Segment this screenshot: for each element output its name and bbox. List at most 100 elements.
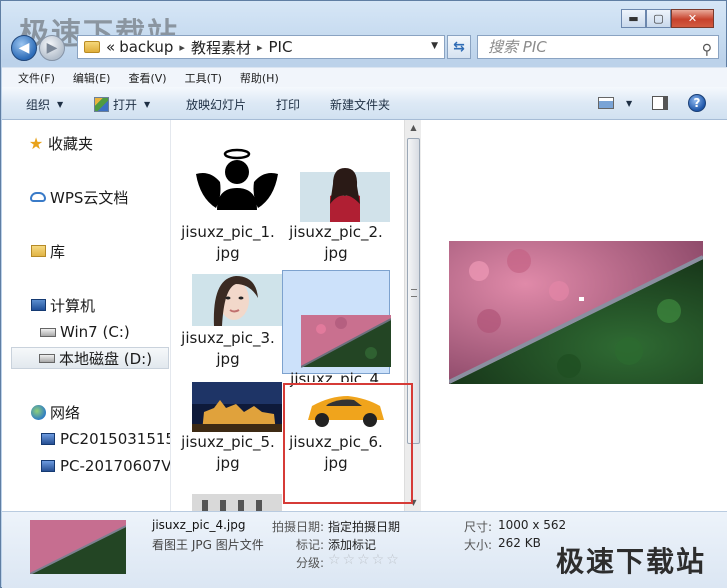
- scroll-up-icon[interactable]: ▲: [405, 120, 422, 136]
- address-bar[interactable]: « backup ▸ 教程素材 ▸ PIC ▼: [77, 35, 445, 59]
- search-placeholder: 搜索 PIC: [488, 38, 547, 56]
- forward-button[interactable]: ▶: [39, 35, 65, 61]
- date-taken-value[interactable]: 指定拍摄日期: [328, 518, 400, 535]
- menu-edit[interactable]: 编辑(E): [73, 70, 111, 86]
- drive-icon: [40, 324, 56, 340]
- window-controls: ▬ ▢ ✕: [621, 9, 714, 28]
- sidebar-item-drive-d[interactable]: 本地磁盘 (D:): [11, 347, 169, 369]
- breadcrumb-backup[interactable]: backup: [119, 38, 173, 56]
- sidebar-label: PC-20170607V: [60, 457, 170, 475]
- help-button[interactable]: ?: [688, 94, 706, 112]
- computer-icon: [40, 431, 56, 447]
- sidebar-item-network[interactable]: 网络: [30, 401, 80, 423]
- rating-label: 分级:: [296, 556, 325, 570]
- sidebar-item-favorites[interactable]: ★ 收藏夹: [28, 132, 93, 154]
- tags-label: 标记:: [296, 538, 325, 552]
- sidebar-item-host2[interactable]: PC-20170607V: [40, 455, 170, 477]
- sidebar-item-host1[interactable]: PC2015031515: [40, 428, 170, 450]
- sidebar-item-computer[interactable]: 计算机: [30, 294, 95, 316]
- navigation-pane: ★ 收藏夹 WPS云文档 库 计算机 Win7 (C:) 本地磁盘 (D:) 网络…: [2, 120, 170, 511]
- tags-value[interactable]: 添加标记: [328, 536, 376, 553]
- file-item[interactable]: jisuxz_pic_2. jpg: [282, 124, 390, 262]
- sidebar-label: 网络: [50, 403, 81, 422]
- date-taken-label: 拍摄日期:: [272, 520, 325, 534]
- slideshow-button[interactable]: 放映幻灯片: [186, 96, 246, 113]
- breadcrumb-separator[interactable]: ▸: [257, 41, 263, 54]
- close-button[interactable]: ✕: [671, 9, 714, 28]
- maximize-button[interactable]: ▢: [646, 9, 671, 28]
- thumbnail-castle-night-image: [192, 382, 282, 432]
- sidebar-label: 本地磁盘 (D:): [59, 349, 153, 368]
- print-button[interactable]: 打印: [276, 96, 300, 113]
- open-button[interactable]: 打开 ▼: [94, 96, 150, 113]
- search-icon: ⚲: [701, 42, 712, 58]
- menu-view[interactable]: 查看(V): [128, 70, 166, 86]
- details-pane: jisuxz_pic_4.jpg 看图王 JPG 图片文件 拍摄日期: 指定拍摄…: [2, 511, 727, 588]
- change-view-button[interactable]: ▼: [598, 97, 632, 109]
- sidebar-label: 计算机: [50, 296, 96, 315]
- pane-divider[interactable]: [170, 120, 171, 511]
- menu-help[interactable]: 帮助(H): [240, 70, 279, 86]
- sidebar-item-wps[interactable]: WPS云文档: [30, 186, 128, 208]
- app-icon: [94, 97, 109, 112]
- organize-button[interactable]: 组织 ▼: [26, 96, 63, 113]
- print-label: 打印: [276, 98, 301, 112]
- file-item[interactable]: jisuxz_pic_5. jpg: [174, 334, 282, 472]
- network-icon: [30, 404, 46, 420]
- chevron-down-icon: ▼: [144, 100, 151, 109]
- filesize-value: 262 KB: [498, 536, 541, 550]
- preview-forest-image: [449, 241, 703, 384]
- watermark-bottom: 极速下载站: [556, 545, 707, 578]
- menu-tools[interactable]: 工具(T): [185, 70, 222, 86]
- file-name: jisuxz_pic_2. jpg: [289, 223, 383, 262]
- library-icon: [30, 243, 46, 259]
- back-button[interactable]: ◀: [11, 35, 37, 61]
- slideshow-label: 放映幻灯片: [186, 98, 247, 112]
- address-dropdown-icon[interactable]: ▼: [431, 41, 438, 51]
- chevron-down-icon: ▼: [57, 100, 64, 109]
- thumbnail-portrait-image: [300, 168, 390, 222]
- file-item[interactable]: jisuxz_pic_3. jpg: [174, 230, 282, 368]
- folder-icon: [84, 41, 100, 53]
- explorer-window: 极速下载站 ▬ ▢ ✕ ◀ ▶ « backup ▸ 教程素材 ▸ PIC ▼ …: [0, 0, 727, 588]
- rating-stars[interactable]: ☆☆☆☆☆: [328, 552, 401, 568]
- breadcrumb-pic[interactable]: PIC: [268, 38, 292, 56]
- preview-pane: [422, 120, 727, 511]
- search-input[interactable]: 搜索 PIC ⚲: [477, 35, 719, 59]
- thumbnail-building-image: [192, 494, 282, 511]
- thumbnail-angel-icon: [192, 132, 282, 222]
- open-label: 打开: [113, 98, 138, 112]
- computer-icon: [30, 297, 46, 313]
- sidebar-label: 收藏夹: [48, 134, 94, 153]
- cloud-icon: [30, 189, 46, 205]
- preview-pane-button[interactable]: [652, 96, 668, 110]
- sidebar-label: PC2015031515: [60, 430, 170, 448]
- new-folder-button[interactable]: 新建文件夹: [330, 96, 390, 113]
- highlight-box: [283, 383, 413, 504]
- new-folder-label: 新建文件夹: [330, 98, 391, 112]
- organize-label: 组织: [26, 98, 51, 112]
- thumbnail-portrait-image: [192, 274, 282, 326]
- details-filetype: 看图王 JPG 图片文件: [152, 538, 264, 552]
- breadcrumb-tutorial[interactable]: 教程素材: [191, 37, 251, 58]
- refresh-button[interactable]: ⇆: [447, 35, 471, 59]
- drive-icon: [39, 350, 55, 366]
- sidebar-item-drive-c[interactable]: Win7 (C:): [40, 321, 130, 343]
- minimize-button[interactable]: ▬: [621, 9, 646, 28]
- chevron-down-icon: ▼: [626, 98, 633, 108]
- sidebar-item-libraries[interactable]: 库: [30, 240, 65, 262]
- sidebar-label: Win7 (C:): [60, 323, 130, 341]
- preview-pane-icon: [652, 96, 668, 110]
- help-icon: ?: [688, 94, 706, 112]
- sidebar-label: WPS云文档: [50, 188, 129, 207]
- details-thumbnail-image: [30, 520, 126, 574]
- file-item[interactable]: [174, 438, 282, 511]
- menu-bar: 文件(F) 编辑(E) 查看(V) 工具(T) 帮助(H): [2, 67, 727, 87]
- breadcrumb-separator[interactable]: ▸: [179, 41, 185, 54]
- menu-file[interactable]: 文件(F): [18, 70, 55, 86]
- breadcrumb-overflow[interactable]: «: [106, 38, 115, 56]
- command-bar: 组织 ▼ 打开 ▼ 放映幻灯片 打印 新建文件夹 ▼ ?: [2, 87, 727, 120]
- content-area: ★ 收藏夹 WPS云文档 库 计算机 Win7 (C:) 本地磁盘 (D:) 网络…: [2, 120, 727, 511]
- star-icon: ★: [28, 133, 44, 153]
- file-item[interactable]: jisuxz_pic_1. jpg: [174, 124, 282, 262]
